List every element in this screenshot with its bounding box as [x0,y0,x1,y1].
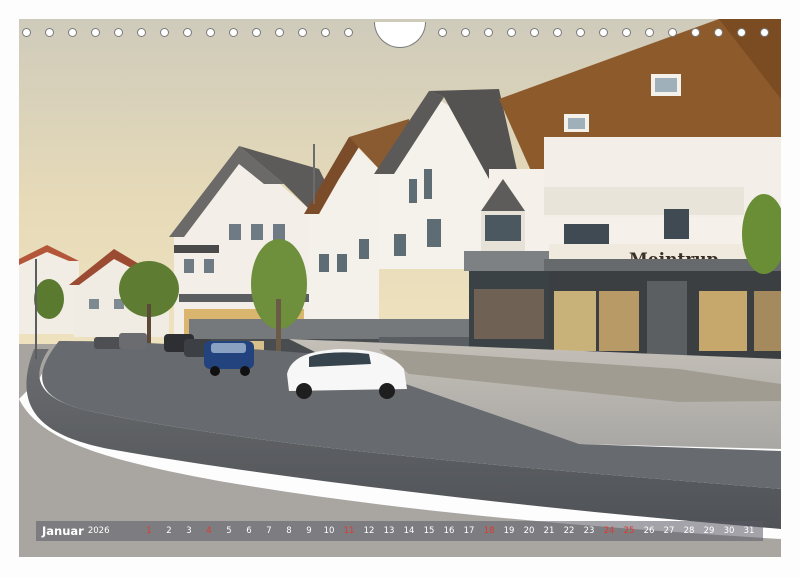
binding-hole-icon [229,28,238,37]
binding-hole-icon [298,28,307,37]
binding-hole-icon [461,28,470,37]
calendar-day: 22 [563,526,575,536]
binding-hole-icon [275,28,284,37]
calendar-day: 13 [383,526,395,536]
calendar-day: 3 [186,526,192,536]
calendar-day: 18 [483,526,495,536]
binding-hole-icon [645,28,654,37]
binding-hole-icon [599,28,608,37]
binding-hole-icon [484,28,493,37]
binding-hole-icon [553,28,562,37]
street-lamp [35,259,37,359]
binding-hole-icon [321,28,330,37]
year-label: 2026 [87,526,110,536]
calendar-day: 1 [146,526,152,536]
calendar-day: 14 [403,526,415,536]
binding-hole-icon [183,28,192,37]
calendar-day: 5 [226,526,232,536]
calendar-day: 31 [743,526,755,536]
binding-hole-icon [206,28,215,37]
calendar-day: 11 [343,526,355,536]
calendar-day: 17 [463,526,475,536]
binding-hole-icon [114,28,123,37]
calendar-day: 20 [523,526,535,536]
binding-hole-icon [252,28,261,37]
calendar-strip: Januar 2026 1 2 3 4 5 6 7 8 9 10 11 12 13 14 15 16 17 18 1… [36,521,763,541]
calendar-day: 24 [603,526,615,536]
calendar-day: 16 [443,526,455,536]
binding-hole-icon [691,28,700,37]
binding-hole-icon [714,28,723,37]
binding-hole-icon [576,28,585,37]
street-lamp-2 [313,144,315,204]
day-row: 1 2 3 4 5 6 7 8 9 10 11 12 13 14 15 16 17 18 19 20 21 22 23 24 2… [139,526,763,536]
calendar-day: 15 [423,526,435,536]
binding-hole-icon [622,28,631,37]
binding-hole-icon [438,28,447,37]
binding-hole-icon [22,28,31,37]
hanger-cutout-icon [374,22,426,48]
wire-binding [0,22,800,48]
street-scene: Meintrup [19,19,781,557]
calendar-day: 25 [623,526,635,536]
binding-hole-icon [344,28,353,37]
binding-hole-icon [91,28,100,37]
binding-hole-icon [737,28,746,37]
calendar-day: 6 [246,526,252,536]
calendar-day: 28 [683,526,695,536]
binding-hole-icon [668,28,677,37]
binding-hole-icon [507,28,516,37]
binding-hole-icon [137,28,146,37]
binding-hole-icon [68,28,77,37]
calendar-day: 23 [583,526,595,536]
calendar-day: 12 [363,526,375,536]
binding-hole-icon [45,28,54,37]
calendar-day: 21 [543,526,555,536]
calendar-day: 2 [166,526,172,536]
calendar-day: 7 [266,526,272,536]
calendar-page: Meintrup [0,0,800,577]
calendar-day: 29 [703,526,715,536]
binding-hole-icon [530,28,539,37]
month-label: Januar [42,524,84,538]
binding-hole-icon [760,28,769,37]
calendar-day: 19 [503,526,515,536]
calendar-day: 10 [323,526,335,536]
calendar-day: 8 [286,526,292,536]
calendar-day: 30 [723,526,735,536]
street-photo: Meintrup [19,19,781,557]
calendar-day: 9 [306,526,312,536]
calendar-day: 27 [663,526,675,536]
calendar-day: 4 [206,526,212,536]
calendar-day: 26 [643,526,655,536]
binding-hole-icon [160,28,169,37]
